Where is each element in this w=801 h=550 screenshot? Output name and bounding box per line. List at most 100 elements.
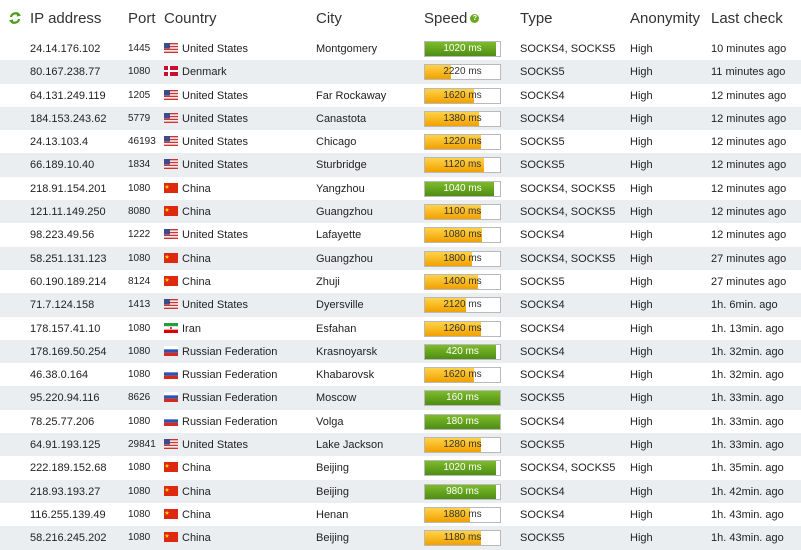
port: 1080 <box>128 532 151 544</box>
table-row[interactable]: 218.93.193.27 1080 China Beijing 980 ms SOCKS… <box>0 479 801 503</box>
flag-us-icon <box>164 439 178 450</box>
col-speed-label[interactable]: Speed <box>424 10 467 27</box>
table-row[interactable]: 121.11.149.250 8080 China Guangzhou 1100 ms S… <box>0 200 801 224</box>
last-check: 1h. 32min. ago <box>711 345 784 358</box>
country-name: China <box>182 462 211 475</box>
last-check: 1h. 43min. ago <box>711 508 784 521</box>
col-country-header[interactable]: Country <box>164 10 217 27</box>
city: Yangzhou <box>316 182 365 195</box>
proxy-type: SOCKS4, SOCKS5 <box>520 252 616 265</box>
flag-ir-icon <box>164 322 178 333</box>
anonymity: High <box>630 322 653 335</box>
speed-value: 1400 ms <box>443 275 482 287</box>
proxy-type: SOCKS5 <box>520 136 565 149</box>
speed-value: 160 ms <box>446 392 479 404</box>
country-cell: Denmark <box>164 66 227 78</box>
speed-value: 2220 ms <box>443 66 482 78</box>
col-port-header[interactable]: Port <box>128 10 156 27</box>
refresh-icon[interactable] <box>8 11 22 25</box>
speed-value: 1280 ms <box>443 439 482 451</box>
country-cell: United States <box>164 89 248 102</box>
table-row[interactable]: 58.251.131.123 1080 China Guangzhou 1800 ms S… <box>0 246 801 270</box>
table-row[interactable]: 116.255.139.49 1080 China Henan 1880 ms SOCKS… <box>0 503 801 526</box>
country-cell: China <box>164 275 211 288</box>
ip-address: 222.189.152.68 <box>30 462 107 475</box>
ip-address: 58.216.245.202 <box>30 532 107 545</box>
ip-address: 184.153.243.62 <box>30 112 107 125</box>
table-row[interactable]: 24.14.176.102 1445 United States Montgomery… <box>0 37 801 60</box>
last-check: 1h. 6min. ago <box>711 299 778 312</box>
col-type-header[interactable]: Type <box>520 10 553 27</box>
proxy-type: SOCKS4 <box>520 508 565 521</box>
table-row[interactable]: 218.91.154.201 1080 China Yangzhou 1040 ms SO… <box>0 177 801 200</box>
city: Henan <box>316 508 349 521</box>
country-name: Russian Federation <box>182 415 278 428</box>
table-row[interactable]: 60.190.189.214 8124 China Zhuji 1400 ms SOCKS… <box>0 270 801 293</box>
city: Khabarovsk <box>316 369 375 382</box>
table-row[interactable]: 24.13.103.4 46193 United States Chicago 1220… <box>0 130 801 153</box>
country-name: China <box>182 275 211 288</box>
col-anonymity-header[interactable]: Anonymity <box>630 10 700 27</box>
table-row[interactable]: 98.223.49.56 1222 United States Lafayette 10… <box>0 223 801 246</box>
table-row[interactable]: 64.131.249.119 1205 United States Far Rocka… <box>0 84 801 107</box>
last-check: 1h. 33min. ago <box>711 392 784 405</box>
table-row[interactable]: 78.25.77.206 1080 Russian Federation Volga 1… <box>0 410 801 433</box>
port: 1080 <box>128 345 151 357</box>
flag-us-icon <box>164 229 178 240</box>
anonymity: High <box>630 66 653 79</box>
anonymity: High <box>630 532 653 545</box>
speed-bar: 1220 ms <box>424 134 501 151</box>
city: Zhuji <box>316 275 340 288</box>
ip-address: 71.7.124.158 <box>30 299 95 312</box>
table-row[interactable]: 71.7.124.158 1413 United States Dyersville 2… <box>0 293 801 317</box>
col-city-header[interactable]: City <box>316 10 342 27</box>
city: Guangzhou <box>316 252 373 265</box>
help-icon[interactable]: ? <box>470 14 480 23</box>
speed-value: 1620 ms <box>443 89 482 101</box>
ip-address: 116.255.139.49 <box>30 508 106 521</box>
table-row[interactable]: 64.91.193.125 29841 United States Lake Jack… <box>0 433 801 457</box>
flag-ru-icon <box>164 415 178 426</box>
table-row[interactable]: 222.189.152.68 1080 China Beijing 1020 ms SOC… <box>0 456 801 479</box>
table-row[interactable]: 184.153.243.62 5779 United States Canastota… <box>0 106 801 131</box>
speed-bar: 1280 ms <box>424 437 501 454</box>
city: Guangzhou <box>316 206 373 219</box>
proxy-type: SOCKS4 <box>520 369 565 382</box>
ip-address: 24.13.103.4 <box>30 136 89 149</box>
speed-value: 1080 ms <box>443 229 482 241</box>
ip-address: 95.220.94.116 <box>30 392 100 405</box>
proxy-type: SOCKS4 <box>520 229 565 242</box>
col-ip-header[interactable]: IP address <box>30 10 101 27</box>
speed-bar: 160 ms <box>424 390 501 407</box>
country-name: United States <box>182 43 249 55</box>
last-check: 10 minutes ago <box>711 43 787 55</box>
table-row[interactable]: 178.157.41.10 1080 Iran Esfahan 1260 ms SOCKS… <box>0 317 801 340</box>
flag-us-icon <box>164 89 178 100</box>
ip-address: 98.223.49.56 <box>30 229 95 242</box>
table-row[interactable]: 178.169.50.254 1080 Russian Federation Kras… <box>0 339 801 364</box>
table-row[interactable]: 58.216.245.202 1080 China Beijing 1180 ms SOC… <box>0 526 801 550</box>
table-row[interactable]: 46.38.0.164 1080 Russian Federation Khabaro… <box>0 363 801 386</box>
col-speed-header[interactable]: Speed? <box>424 10 480 27</box>
flag-us-icon <box>164 43 178 53</box>
proxy-type: SOCKS4, SOCKS5 <box>520 462 616 475</box>
port: 1413 <box>128 299 151 311</box>
col-last-check-header[interactable]: Last check <box>711 10 783 27</box>
speed-bar: 420 ms <box>424 343 501 360</box>
proxy-type: SOCKS4, SOCKS5 <box>520 206 616 219</box>
anonymity: High <box>630 299 653 312</box>
speed-bar: 2120 ms <box>424 297 501 314</box>
table-row[interactable]: 80.167.238.77 1080 Denmark 2220 ms SOCKS5 Hig… <box>0 60 801 84</box>
table-row[interactable]: 95.220.94.116 8626 Russian Federation Mosco… <box>0 386 801 410</box>
city: Far Rockaway <box>316 89 387 102</box>
last-check: 1h. 42min. ago <box>711 485 784 498</box>
speed-value: 2120 ms <box>443 299 482 311</box>
anonymity: High <box>630 89 653 102</box>
proxy-type: SOCKS5 <box>520 439 565 452</box>
flag-us-icon <box>164 299 178 310</box>
anonymity: High <box>630 112 653 125</box>
country-cell: Russian Federation <box>164 369 277 381</box>
city: Volga <box>316 415 344 428</box>
table-row[interactable]: 66.189.10.40 1834 United States Sturbridge 1… <box>0 153 801 177</box>
speed-bar: 1080 ms <box>424 227 501 244</box>
